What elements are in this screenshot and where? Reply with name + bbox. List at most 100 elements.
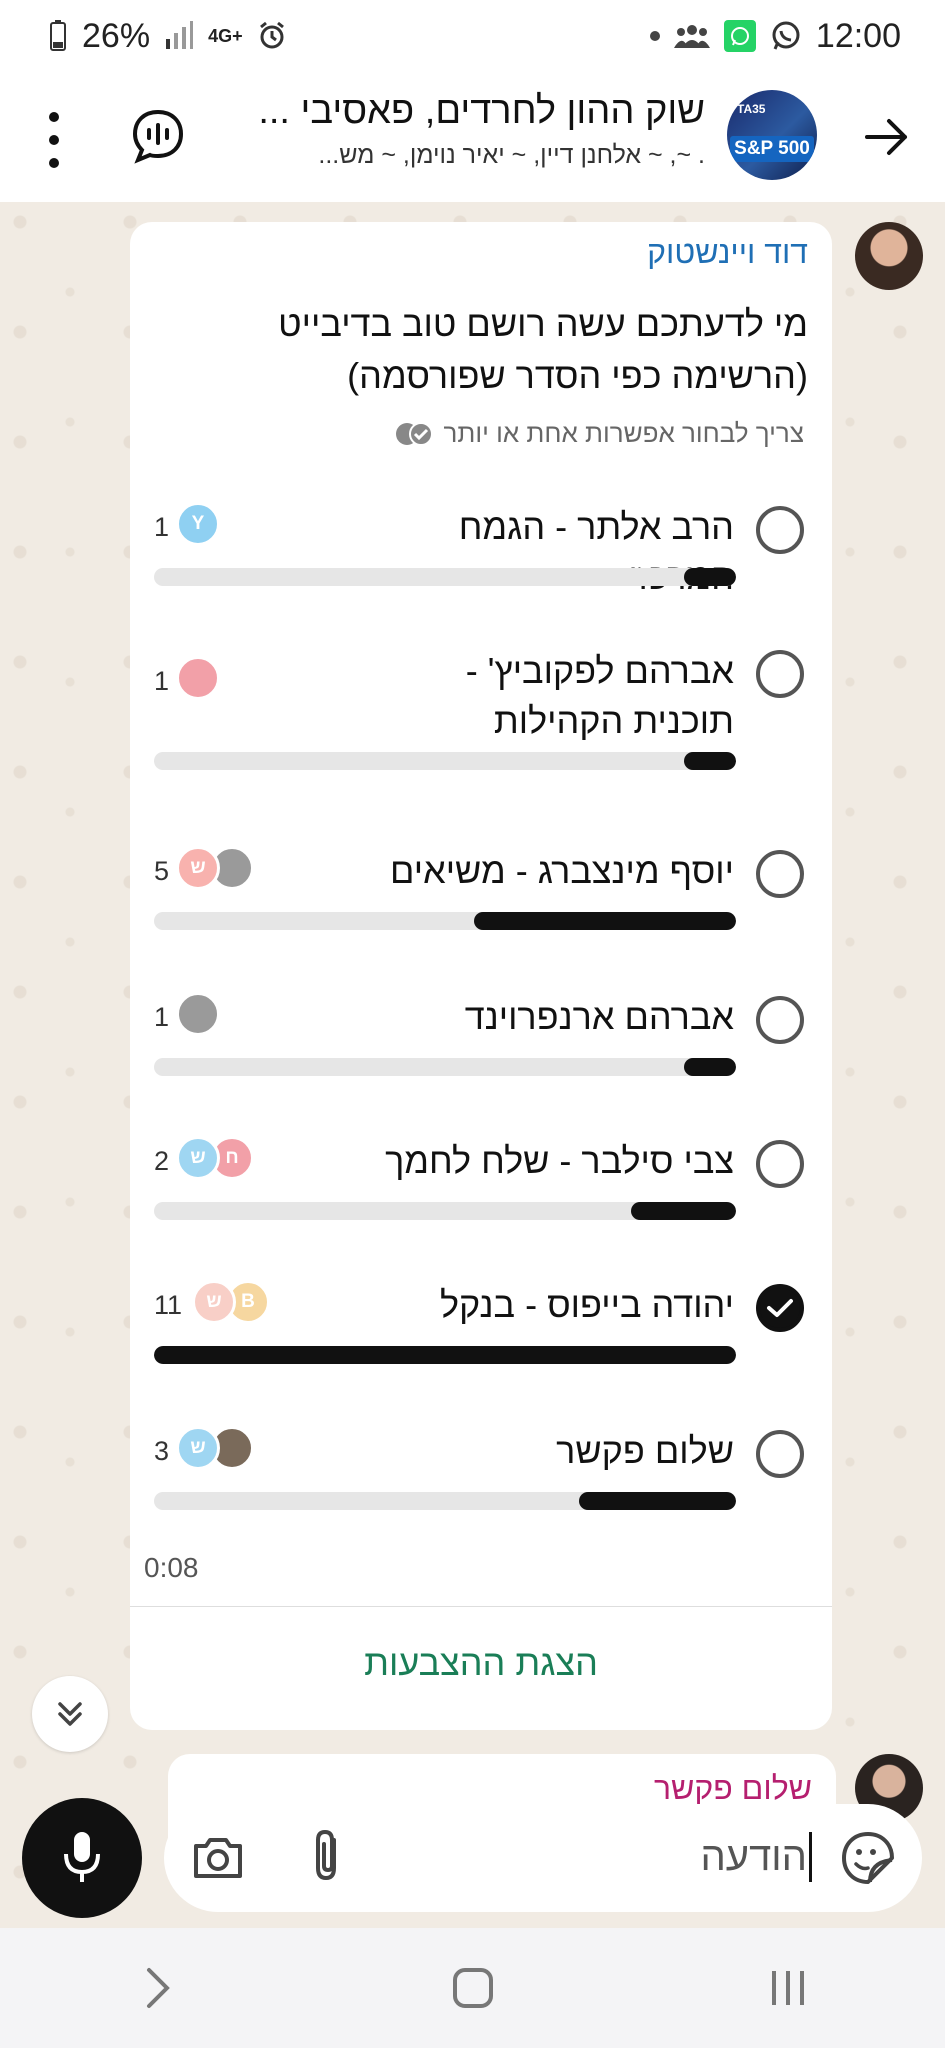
poll-option-progress-bar <box>154 1492 736 1510</box>
whatsapp-notification-icon <box>723 20 756 52</box>
poll-option-count: 1 <box>154 1002 170 1032</box>
poll-option[interactable]: שלום פקשר 3 ש <box>130 1416 832 1526</box>
checkmark-icon <box>767 1299 793 1317</box>
sender-avatar[interactable] <box>855 222 923 290</box>
poll-option-label: יהודה בייפוס - בנקל <box>439 1284 734 1325</box>
poll-option-label: שלום פקשר <box>556 1430 734 1471</box>
voter-avatar[interactable]: ש <box>192 1280 236 1324</box>
poll-option[interactable]: הרב אלתר - הגמח המרכזי 1Y <box>130 492 832 602</box>
recents-icon <box>771 1971 804 2005</box>
poll-option-progress-bar <box>154 1058 736 1076</box>
poll-option-progress-fill <box>154 1346 736 1364</box>
poll-option-progress-fill <box>631 1202 736 1220</box>
sticker-emoji-icon[interactable] <box>840 1830 896 1886</box>
microphone-icon <box>64 1832 100 1882</box>
divider <box>130 1606 832 1607</box>
poll-option[interactable]: אברהם לפקוביץ' - תוכנית הקהילות 1 <box>130 636 832 786</box>
status-right: 12:00 <box>649 16 901 56</box>
message-time: 0:08 <box>144 1552 199 1583</box>
status-left: 26% 4G+ <box>48 17 287 56</box>
status-bar: 26% 4G+ 12:00 <box>0 0 945 72</box>
poll-option-count: 11 <box>154 1290 183 1320</box>
system-navigation-bar <box>0 1928 945 2048</box>
nav-home-button[interactable] <box>433 1948 513 2028</box>
poll-option-count: 3 <box>154 1436 170 1466</box>
signal-icon <box>166 21 194 49</box>
poll-option[interactable]: צבי סילבר - שלח לחמך 2 ש ח <box>130 1126 832 1236</box>
chat-header: שוק ההון לחרדים, פאסיבי ... . ~, ~ אלחנן… <box>0 72 945 202</box>
back-arrow-icon[interactable] <box>861 112 911 162</box>
network-type: 4G+ <box>208 26 243 46</box>
poll-option-count: 1 <box>154 512 170 542</box>
poll-option-count: 5 <box>154 856 170 886</box>
poll-option-progress-fill <box>683 752 736 770</box>
avatar-badge-text: S&P 500 <box>730 136 814 162</box>
poll-option[interactable]: אברהם ארנפרוינד 1 <box>130 982 832 1092</box>
dot-icon <box>49 158 59 168</box>
more-options-button[interactable] <box>30 112 78 168</box>
poll-option-progress-bar <box>154 1346 736 1364</box>
poll-option-progress-fill <box>474 912 736 930</box>
poll-option-radio[interactable] <box>756 1140 804 1188</box>
attachment-icon[interactable] <box>304 1826 352 1886</box>
input-area: הודעה <box>0 1790 945 1928</box>
poll-option-progress-bar <box>154 568 736 586</box>
camera-icon[interactable] <box>190 1830 246 1886</box>
double-check-icon <box>395 421 433 446</box>
poll-option-radio[interactable] <box>756 996 804 1044</box>
message-composer: הודעה <box>164 1804 922 1912</box>
poll-option-label: הרב אלתר - הגמח המרכזי <box>458 506 734 597</box>
poll-option-label: צבי סילבר - שלח לחמך <box>385 1140 734 1181</box>
dot-icon <box>49 112 59 122</box>
poll-option-progress-bar <box>154 912 736 930</box>
voter-avatar[interactable]: ש <box>176 846 220 890</box>
poll-message-bubble[interactable]: דוד ויינשטוק מי לדעתכם עשה רושם טוב בדיב… <box>130 222 832 1730</box>
poll-option-checked[interactable] <box>756 1284 804 1332</box>
poll-option-progress-fill <box>683 568 736 586</box>
poll-option-label: אברהם לפקוביץ' - תוכנית הקהילות <box>465 650 734 741</box>
poll-hint-text: צריך לבחור אפשרות אחת או יותר <box>443 418 804 448</box>
poll-question: מי לדעתכם עשה רושם טוב בדיבייט (הרשימה כ… <box>278 303 808 396</box>
poll-option-progress-fill <box>578 1492 736 1510</box>
alarm-icon <box>259 21 284 49</box>
poll-option[interactable]: יוסף מינצברג - משיאים 5 ש <box>130 836 832 946</box>
poll-option-count: 1 <box>154 666 170 696</box>
poll-option-progress-fill <box>683 1058 736 1076</box>
nav-back-button[interactable] <box>118 1948 198 2028</box>
message-input[interactable]: הודעה <box>700 1832 812 1882</box>
chat-info[interactable]: שוק ההון לחרדים, פאסיבי ... . ~, ~ אלחנן… <box>185 90 705 170</box>
clock: 12:00 <box>815 16 901 55</box>
poll-option-count: 2 <box>154 1146 170 1176</box>
chevron-right-icon <box>146 1968 170 2008</box>
chat-title: שוק ההון לחרדים, פאסיבי ... <box>258 90 705 132</box>
poll-hint: צריך לבחור אפשרות אחת או יותר <box>394 418 804 449</box>
poll-option-progress-bar <box>154 1202 736 1220</box>
poll-option-label: אברהם ארנפרוינד <box>464 996 734 1037</box>
poll-option-radio[interactable] <box>756 850 804 898</box>
poll-option-label: יוסף מינצברג - משיאים <box>390 850 734 891</box>
voter-avatar[interactable]: Y <box>176 502 220 546</box>
chat-participants: . ~, ~ אלחנן דיין, ~ יאיר נוימן, ~ מש... <box>318 141 705 169</box>
scroll-down-button[interactable] <box>32 1676 108 1752</box>
voter-avatar[interactable]: ש <box>176 1136 220 1180</box>
home-square-icon <box>452 1968 493 2008</box>
double-chevron-down-icon <box>58 1702 82 1726</box>
poll-option-radio[interactable] <box>756 650 804 698</box>
avatar-top-text: TA35 <box>737 102 766 116</box>
group-avatar[interactable]: TA35 S&P 500 <box>727 90 817 180</box>
sender-name[interactable]: דוד ויינשטוק <box>647 234 808 271</box>
view-votes-button[interactable]: הצגת ההצבעות <box>130 1642 832 1684</box>
voice-message-button[interactable] <box>22 1798 142 1918</box>
notification-dot-icon <box>649 31 660 41</box>
poll-option[interactable]: יהודה בייפוס - בנקל 11 ש B <box>130 1270 832 1380</box>
voice-chat-button[interactable] <box>130 108 186 164</box>
poll-option-radio[interactable] <box>756 506 804 554</box>
voter-avatar[interactable]: ש <box>176 1426 220 1470</box>
voter-avatar[interactable] <box>176 992 220 1036</box>
nav-recents-button[interactable] <box>748 1948 828 2028</box>
whatsapp-icon <box>772 21 800 50</box>
battery-level: 26% <box>82 16 151 55</box>
poll-option-radio[interactable] <box>756 1430 804 1478</box>
dot-icon <box>49 135 59 145</box>
voter-avatar[interactable] <box>176 656 220 700</box>
